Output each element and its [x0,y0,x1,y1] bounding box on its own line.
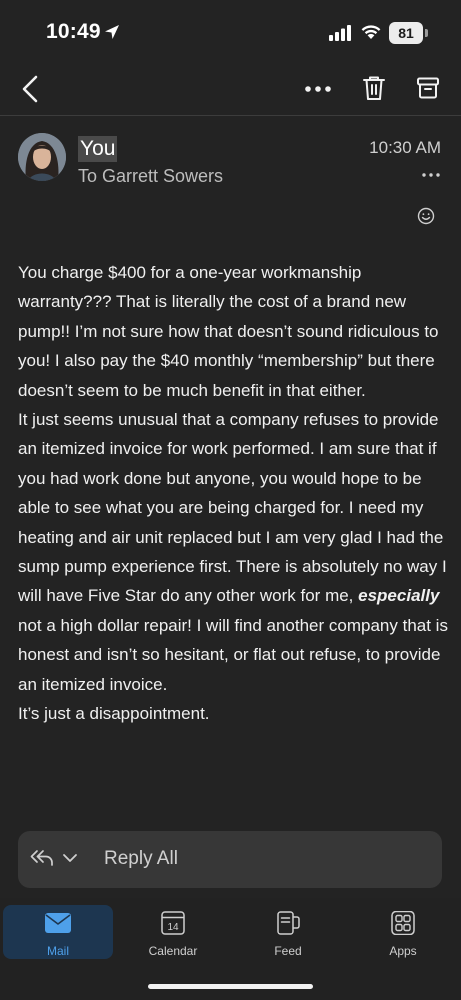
body-paragraph: It just seems unusual that a company ref… [18,405,448,699]
more-options-button[interactable] [300,72,336,106]
body-paragraph: It’s just a disappointment. [18,704,210,724]
body-paragraph: You charge $400 for a one-year workmansh… [18,263,439,400]
archive-button[interactable] [410,70,446,106]
chevron-left-icon [22,75,38,103]
reply-all-icon [30,850,53,866]
add-reaction-button[interactable] [416,206,436,226]
smiley-icon [417,207,435,225]
message-time: 10:30 AM [369,138,441,157]
trash-icon [363,76,385,100]
sender-name[interactable]: You [78,136,118,162]
home-indicator[interactable] [148,984,313,989]
body-text-span: It just seems unusual that a company ref… [18,410,447,606]
battery-nub [425,29,428,37]
archive-icon [417,77,439,99]
chevron-down-icon[interactable] [62,853,78,863]
profile-photo [18,133,66,181]
message-more-button[interactable] [420,168,442,182]
feed-icon [277,911,300,935]
cellular-signal-icon [329,25,351,41]
apps-icon [391,911,415,935]
tab-label: Mail [46,944,69,958]
toolbar-divider [0,115,461,116]
calendar-icon: 14 [161,911,185,935]
status-time: 10:49 [46,20,101,43]
reply-all-label: Reply All [104,848,178,869]
body-text-span: not a high dollar repair! I will find an… [18,615,448,694]
status-bar: 10:49 81 [0,0,461,64]
tab-mail[interactable]: Mail [3,905,113,959]
tab-calendar[interactable]: 14 Calendar [118,905,228,959]
reply-all-button[interactable]: Reply All [18,831,442,888]
message-body: You charge $400 for a one-year workmansh… [18,258,448,729]
emphasized-text: especially [358,586,440,606]
battery-indicator: 81 [389,22,423,44]
tab-feed[interactable]: Feed [233,905,343,959]
avatar[interactable] [18,133,66,181]
back-button[interactable] [14,72,46,106]
ellipsis-icon [305,86,331,92]
message-toolbar [0,64,461,114]
ellipsis-icon [422,173,440,177]
delete-button[interactable] [356,70,392,106]
recipient-line[interactable]: To Garrett Sowers [78,166,223,187]
tab-label: Apps [389,944,417,958]
tab-apps[interactable]: Apps [348,905,458,959]
location-arrow-icon [105,25,119,39]
tab-label: Calendar [148,944,198,958]
mail-icon [45,913,71,933]
calendar-day: 14 [167,922,179,933]
tab-label: Feed [274,944,302,958]
wifi-icon [361,25,381,39]
